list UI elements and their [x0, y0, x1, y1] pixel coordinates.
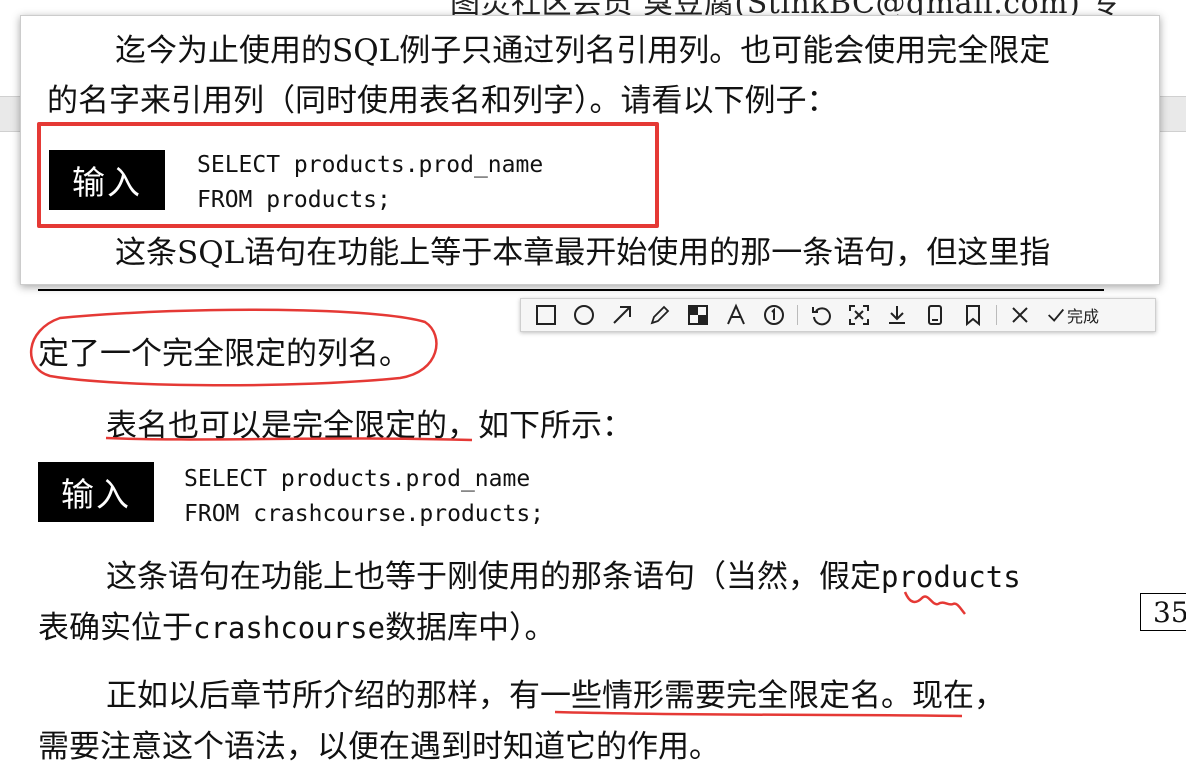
toolbar-separator — [797, 305, 798, 325]
underline-annotation — [105, 436, 473, 442]
toolbar-separator — [996, 305, 997, 325]
ocr-icon[interactable] — [840, 299, 878, 331]
code-line: FROM products; — [197, 187, 391, 213]
code-line: SELECT products.prod_name — [197, 152, 544, 178]
close-icon[interactable] — [1001, 299, 1039, 331]
ellipse-tool-icon[interactable] — [565, 299, 603, 331]
rectangle-tool-icon[interactable] — [527, 299, 565, 331]
check-icon — [1048, 308, 1065, 322]
annotation-toolbar: 完成 — [520, 298, 1156, 332]
arrow-tool-icon[interactable] — [603, 299, 641, 331]
undo-icon[interactable] — [802, 299, 840, 331]
pencil-tool-icon[interactable] — [641, 299, 679, 331]
input-badge: 输入 — [49, 150, 165, 210]
code-block-1: SELECT products.prod_name FROM products; — [197, 148, 543, 218]
done-button[interactable]: 完成 — [1039, 303, 1105, 327]
popup-text-line: 的名字来引用列（同时使用表名和列字）。请看以下例子： — [47, 83, 838, 119]
number-tool-icon[interactable] — [755, 299, 793, 331]
screenshot-preview-popup[interactable]: 迄今为止使用的SQL例子只通过列名引用列。也可能会使用完全限定 的名字来引用列（… — [20, 15, 1160, 285]
done-button-label: 完成 — [1067, 307, 1100, 326]
pin-icon[interactable] — [954, 299, 992, 331]
download-icon[interactable] — [878, 299, 916, 331]
selection-rectangle[interactable]: 输入 SELECT products.prod_name FROM produc… — [37, 122, 659, 228]
underline-annotation — [554, 710, 963, 718]
squiggle-annotation — [903, 591, 966, 615]
mosaic-tool-icon[interactable] — [679, 299, 717, 331]
popup-text-line: 这条SQL语句在功能上等于本章最开始使用的那一条语句，但这里指 — [115, 235, 1051, 271]
ellipse-annotation — [29, 308, 438, 387]
popup-text-line: 迄今为止使用的SQL例子只通过列名引用列。也可能会使用完全限定 — [115, 33, 1051, 69]
text-tool-icon[interactable] — [717, 299, 755, 331]
save-icon[interactable] — [916, 299, 954, 331]
